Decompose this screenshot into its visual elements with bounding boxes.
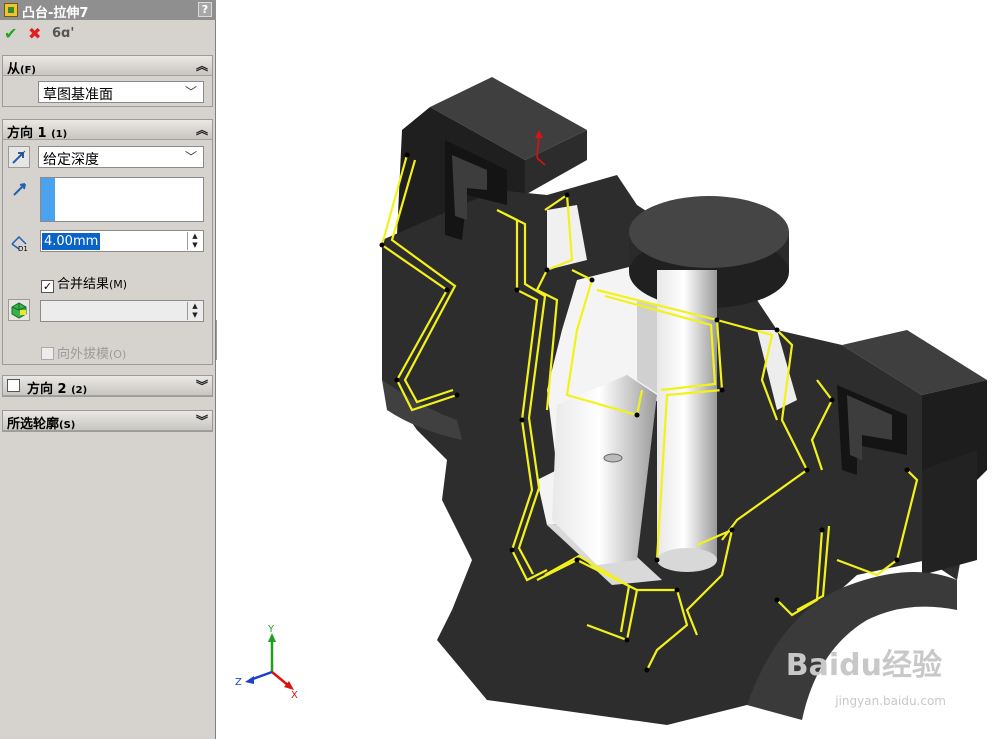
expand-icon[interactable]: ︾	[196, 412, 208, 429]
detailed-preview-icon[interactable]: 6ɑ'	[52, 25, 74, 43]
direction1-shortcut: (1)	[51, 129, 68, 140]
from-select[interactable]: 草图基准面 ﹀	[38, 81, 204, 103]
merge-check-box[interactable]: ✓	[41, 280, 54, 293]
triad-x-label: X	[291, 690, 298, 701]
help-button[interactable]: ?	[198, 2, 212, 17]
triad-z-label: Z	[235, 677, 242, 688]
reverse-direction-button[interactable]	[8, 146, 30, 168]
depth-input[interactable]: 4.00mm ▲ ▼	[40, 230, 204, 252]
svg-text:D1: D1	[18, 245, 28, 252]
chevron-down-icon: ﹀	[184, 85, 197, 99]
from-shortcut: (F)	[20, 65, 36, 76]
cursor-marker	[603, 453, 623, 463]
axis-triad: Y X Z	[235, 624, 298, 701]
direction-selection-box[interactable]	[40, 177, 204, 222]
draft-outward-checkbox[interactable]: 向外拔模(O)	[41, 343, 126, 362]
feature-titlebar: 凸台-拉伸7 ?	[0, 0, 216, 21]
merge-result-checkbox[interactable]: ✓ 合并结果(M)	[41, 273, 127, 293]
collapse-icon[interactable]: ︽	[196, 121, 208, 138]
graphics-viewport[interactable]: Y X Z Baidu经验 jingyan.baidu.com	[217, 0, 1000, 739]
merge-shortcut: (M)	[109, 278, 128, 291]
contours-label: 所选轮廓	[7, 417, 60, 432]
draft-spinner[interactable]: ▲ ▼	[187, 302, 202, 320]
end-condition-select[interactable]: 给定深度 ﹀	[38, 146, 204, 168]
selection-focus-bar	[41, 178, 55, 221]
action-bar: ✔ ✖ 6ɑ'	[0, 22, 216, 46]
model-view: Y X Z	[235, 77, 987, 725]
direction1-label: 方向 1	[7, 126, 47, 141]
draft-toggle-button[interactable]	[8, 299, 30, 321]
direction2-shortcut: (2)	[71, 385, 88, 396]
chevron-down-icon: ﹀	[184, 150, 197, 164]
from-group: 从(F) ︽ 草图基准面 ﹀	[2, 55, 213, 107]
direction2-checkbox[interactable]	[7, 379, 20, 392]
extrude-boss-icon	[4, 3, 18, 17]
end-condition-value: 给定深度	[43, 152, 99, 168]
from-group-header[interactable]: 从(F) ︽	[3, 56, 212, 77]
expand-icon[interactable]: ︾	[196, 377, 208, 394]
contours-group-header[interactable]: 所选轮廓(S) ︾	[3, 411, 212, 432]
draft-shortcut: (O)	[109, 348, 127, 361]
from-select-value: 草图基准面	[43, 87, 113, 103]
watermark-text: Baidu经验	[785, 648, 942, 683]
feature-title: 凸台-拉伸7	[22, 6, 89, 21]
depth-spinner[interactable]: ▲ ▼	[187, 232, 202, 250]
contours-shortcut: (S)	[59, 420, 76, 431]
depth-icon: D1	[11, 235, 28, 252]
direction1-group-header[interactable]: 方向 1 (1) ︽	[3, 120, 212, 141]
merge-label: 合并结果	[57, 277, 110, 292]
depth-value: 4.00mm	[42, 233, 101, 250]
draft-icon	[11, 302, 27, 319]
collapse-icon[interactable]: ︽	[196, 57, 208, 74]
direction1-group: 方向 1 (1) ︽ 给定深度 ﹀ D1 4.00mm ▲ ▼ ✓ 合并结果(M) …	[2, 119, 213, 365]
from-label: 从	[7, 62, 21, 77]
direction-vector-icon	[13, 183, 26, 196]
draft-angle-input[interactable]: ▲ ▼	[40, 300, 204, 322]
direction2-label: 方向 2	[27, 382, 67, 397]
cancel-button[interactable]: ✖	[28, 25, 41, 43]
reverse-direction-icon	[12, 150, 26, 164]
property-manager-panel: 凸台-拉伸7 ? ✔ ✖ 6ɑ' 从(F) ︽ 草图基准面 ﹀ 方向 1 (1)…	[0, 0, 216, 739]
contours-group: 所选轮廓(S) ︾	[2, 410, 213, 432]
triad-y-label: Y	[267, 624, 275, 635]
watermark-url: jingyan.baidu.com	[835, 694, 946, 708]
direction2-group-header[interactable]: 方向 2 (2) ︾	[3, 376, 212, 397]
draft-check-box[interactable]	[41, 347, 54, 360]
ok-button[interactable]: ✔	[4, 25, 17, 43]
direction2-group: 方向 2 (2) ︾	[2, 375, 213, 397]
draft-label: 向外拔模	[57, 347, 110, 362]
